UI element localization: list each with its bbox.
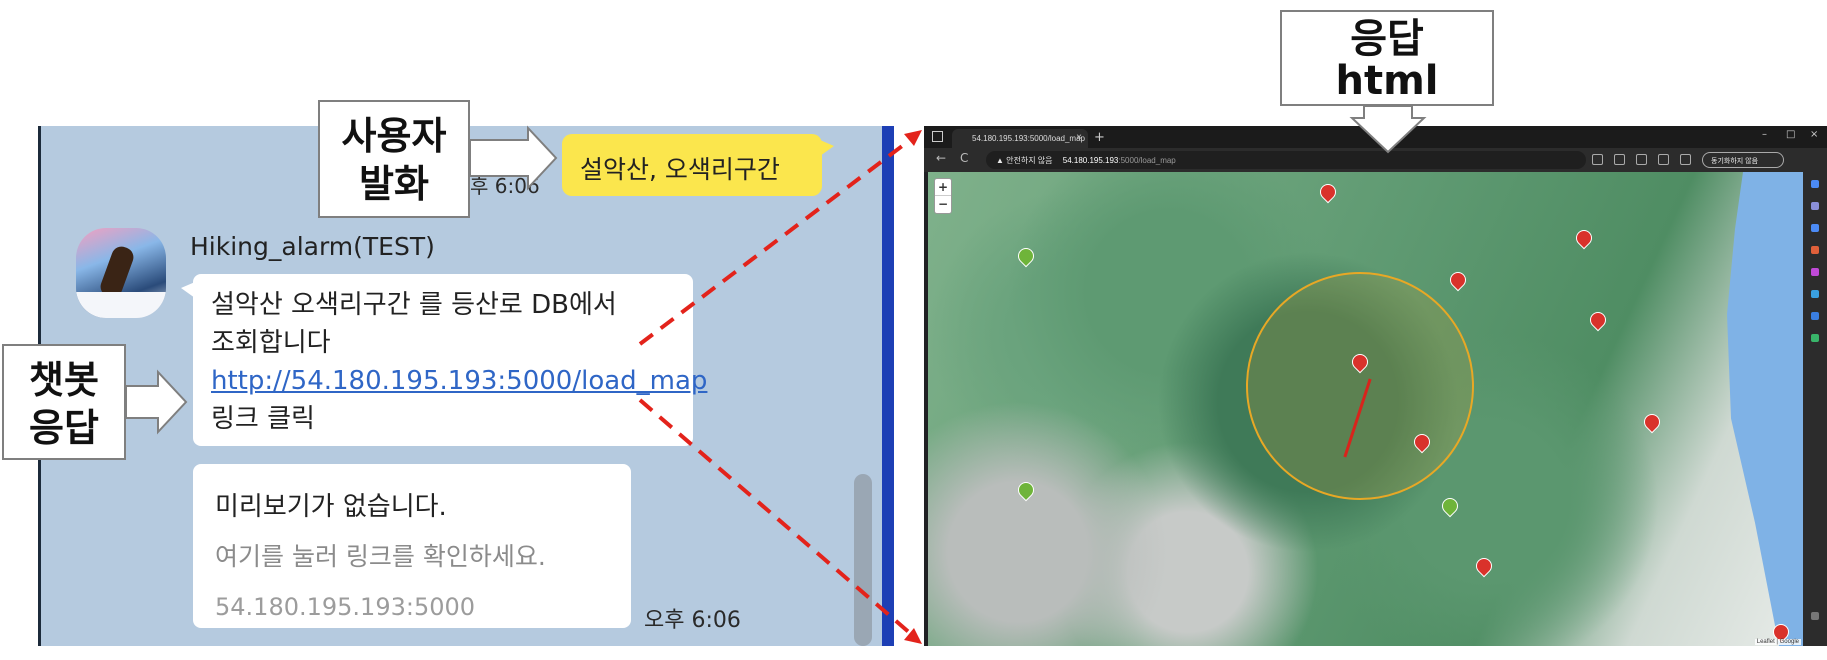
map-attribution[interactable]: Leaflet | Google (1754, 639, 1801, 645)
tools-icon[interactable] (1811, 246, 1819, 254)
tab-actions-icon[interactable] (932, 131, 943, 142)
map-marker[interactable] (1586, 308, 1610, 332)
tab-bar: 54.180.195.193:5000/load_map × + – □ × (924, 126, 1827, 148)
avatar-snow (76, 292, 166, 318)
map-marker-green[interactable] (1438, 494, 1462, 518)
settings-icon[interactable] (1811, 612, 1819, 620)
browser-sidebar (1803, 172, 1827, 646)
callout-text: html (1335, 58, 1439, 104)
connector-arrowhead-bottom (904, 628, 922, 644)
url-field[interactable]: ▲ 안전하지 않음 54.180.195.193:5000/load_map (986, 151, 1586, 169)
link-preview-card[interactable]: 미리보기가 없습니다. 여기를 눌러 링크를 확인하세요. 54.180.195… (193, 464, 631, 628)
bot-avatar[interactable] (76, 228, 166, 318)
tab-title: 54.180.195.193:5000/load_map (972, 134, 1085, 143)
user-message-bubble[interactable]: 설악산, 오색리구간 (562, 134, 834, 196)
bot-message-time: 오후 6:06 (644, 608, 741, 633)
response-html-callout: 응답 html (1280, 10, 1494, 106)
shopping-icon[interactable] (1811, 224, 1819, 232)
copilot-icon[interactable] (1811, 180, 1819, 188)
callout-text: 사용자 (341, 114, 447, 158)
back-icon[interactable]: ← (936, 151, 946, 165)
map-view[interactable]: + − Leaflet | Google (928, 172, 1803, 646)
map-marker[interactable] (1446, 268, 1470, 292)
user-message-text: 설악산, 오색리구간 (580, 155, 780, 184)
callout-text: 챗봇 (29, 358, 99, 402)
bot-message-line: 링크 클릭 (211, 404, 315, 434)
maximize-icon[interactable]: □ (1786, 129, 1795, 140)
outlook-icon[interactable] (1811, 312, 1819, 320)
office-icon[interactable] (1811, 290, 1819, 298)
preview-host: 54.180.195.193:5000 (215, 593, 476, 621)
bot-message-bubble: 설악산 오색리구간 를 등산로 DB에서 조회합니다 http://54.180… (181, 274, 707, 446)
map-marker[interactable] (1472, 554, 1496, 578)
map-marker[interactable] (1316, 180, 1340, 204)
bot-name: Hiking_alarm(TEST) (190, 232, 435, 261)
minimize-icon[interactable]: – (1762, 129, 1767, 140)
connector-arrowhead-top (904, 130, 922, 146)
new-tab-button[interactable]: + (1094, 130, 1105, 145)
drop-icon[interactable] (1811, 334, 1819, 342)
preview-hint: 여기를 눌러 링크를 확인하세요. (215, 542, 546, 571)
search-icon[interactable] (1811, 202, 1819, 210)
zoom-out-button[interactable]: − (935, 196, 951, 212)
games-icon[interactable] (1811, 268, 1819, 276)
callout-text: 발화 (359, 162, 429, 206)
close-window-icon[interactable]: × (1810, 129, 1818, 140)
map-marker-green[interactable] (1014, 244, 1038, 268)
user-message-time: 후 6:06 (470, 174, 540, 198)
url-host: 54.180.195.193 (1062, 156, 1119, 165)
bot-message-line: 조회합니다 (211, 328, 331, 358)
extensions-icon[interactable] (1680, 154, 1691, 165)
collections-icon[interactable] (1658, 154, 1669, 165)
sea-area (1727, 172, 1803, 646)
reload-icon[interactable]: C (960, 151, 968, 165)
user-utterance-callout: 사용자 발화 (318, 100, 470, 218)
bot-message-line: 설악산 오색리구간 를 등산로 DB에서 (211, 290, 617, 320)
map-link[interactable]: http://54.180.195.193:5000/load_map (211, 366, 707, 396)
chat-scrollbar[interactable] (854, 474, 872, 646)
callout-text: 응답 (1350, 16, 1424, 62)
tab-load-map[interactable]: 54.180.195.193:5000/load_map × (952, 129, 1088, 148)
zoom-control: + − (934, 178, 952, 214)
callout-text: 응답 (29, 406, 99, 450)
zoom-in-button[interactable]: + (935, 179, 951, 196)
url-path: :5000/load_map (1118, 156, 1176, 165)
security-warning[interactable]: ▲ 안전하지 않음 (996, 156, 1053, 165)
split-screen-icon[interactable] (1636, 154, 1647, 165)
read-aloud-icon[interactable] (1592, 154, 1603, 165)
map-marker-green[interactable] (1014, 478, 1038, 502)
address-bar: ← C ▲ 안전하지 않음 54.180.195.193:5000/load_m… (924, 148, 1827, 172)
sync-button[interactable]: 동기화하지 않음 (1702, 152, 1784, 168)
browser-window: 54.180.195.193:5000/load_map × + – □ × ←… (924, 126, 1827, 646)
favorite-icon[interactable] (1614, 154, 1625, 165)
bot-response-callout: 챗봇 응답 (2, 344, 126, 460)
chat-window-border (882, 126, 894, 646)
preview-title: 미리보기가 없습니다. (215, 492, 447, 522)
close-icon[interactable]: × (1076, 132, 1082, 143)
search-radius-circle (1246, 272, 1474, 500)
map-marker[interactable] (1640, 410, 1664, 434)
map-marker[interactable] (1572, 226, 1596, 250)
